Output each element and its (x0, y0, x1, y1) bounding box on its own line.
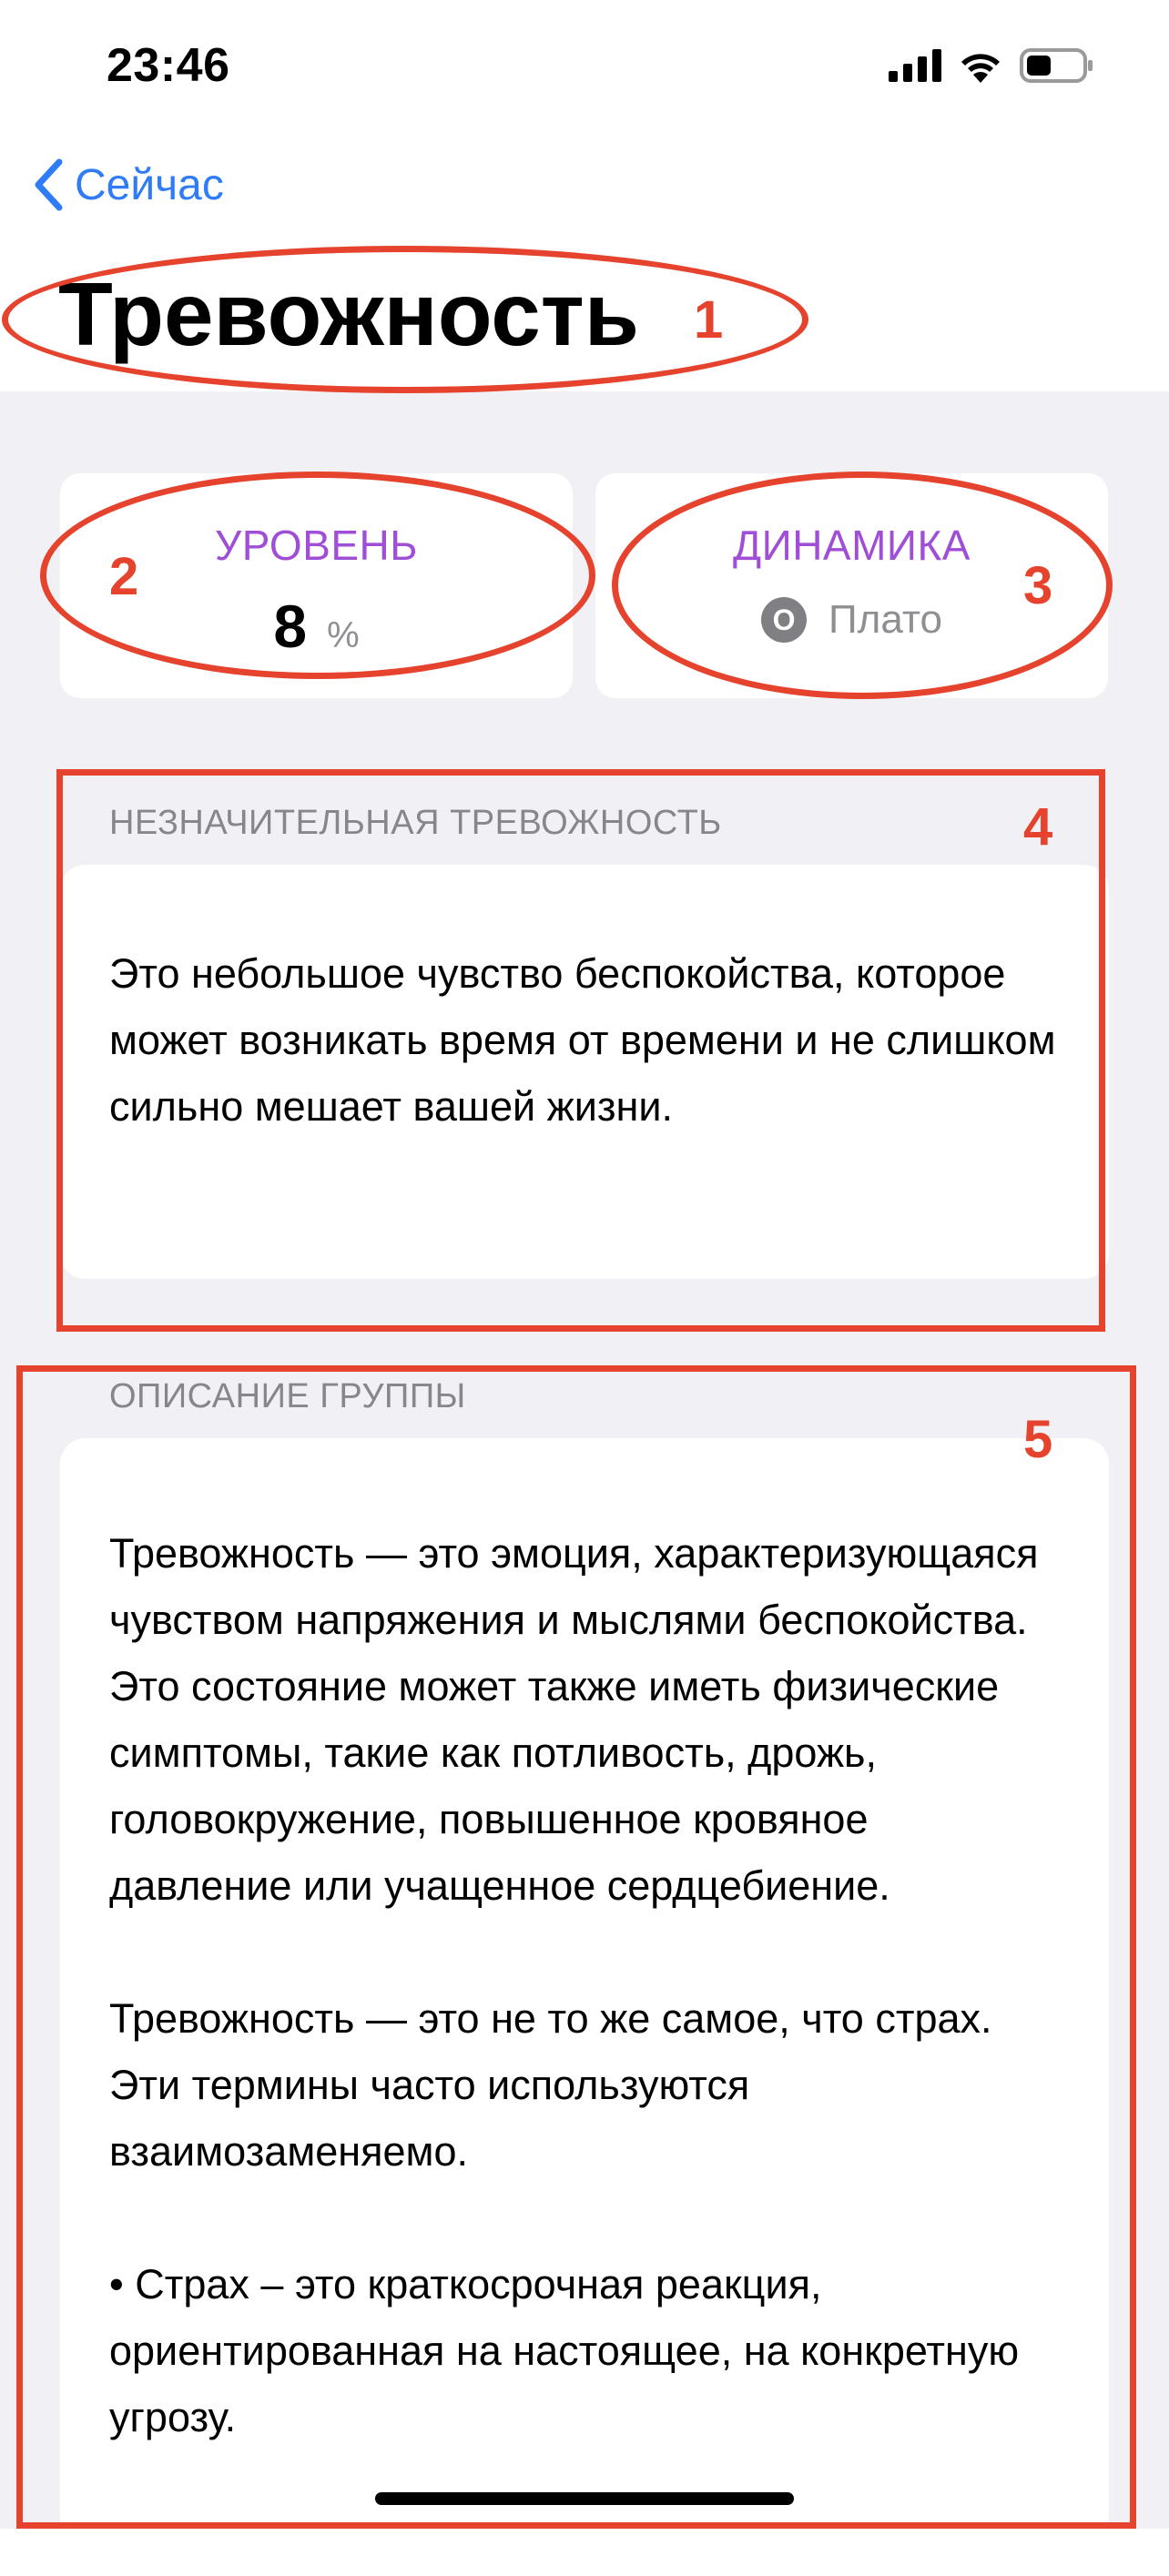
back-button[interactable]: Сейчас (33, 158, 224, 211)
cellular-signal-icon (889, 49, 941, 82)
chevron-left-icon (35, 158, 63, 211)
annotation-number-5: 5 (1023, 1410, 1053, 1469)
annotation-number-3: 3 (1023, 556, 1053, 615)
back-label: Сейчас (75, 160, 224, 209)
status-time: 23:46 (107, 39, 230, 92)
navigation-bar: Сейчас (0, 146, 1169, 237)
annotation-number-4: 4 (1023, 797, 1053, 857)
status-icons (889, 46, 1094, 86)
home-indicator[interactable] (375, 2492, 794, 2505)
wifi-icon (961, 54, 1000, 83)
status-bar: 23:46 (0, 0, 1169, 132)
annotation-box-5 (16, 1365, 1136, 2529)
annotation-box-4 (56, 769, 1105, 1332)
annotation-number-1: 1 (694, 290, 724, 350)
annotation-number-2: 2 (109, 547, 139, 606)
annotation-ellipse-1 (2, 246, 808, 393)
battery-icon (1020, 48, 1093, 83)
